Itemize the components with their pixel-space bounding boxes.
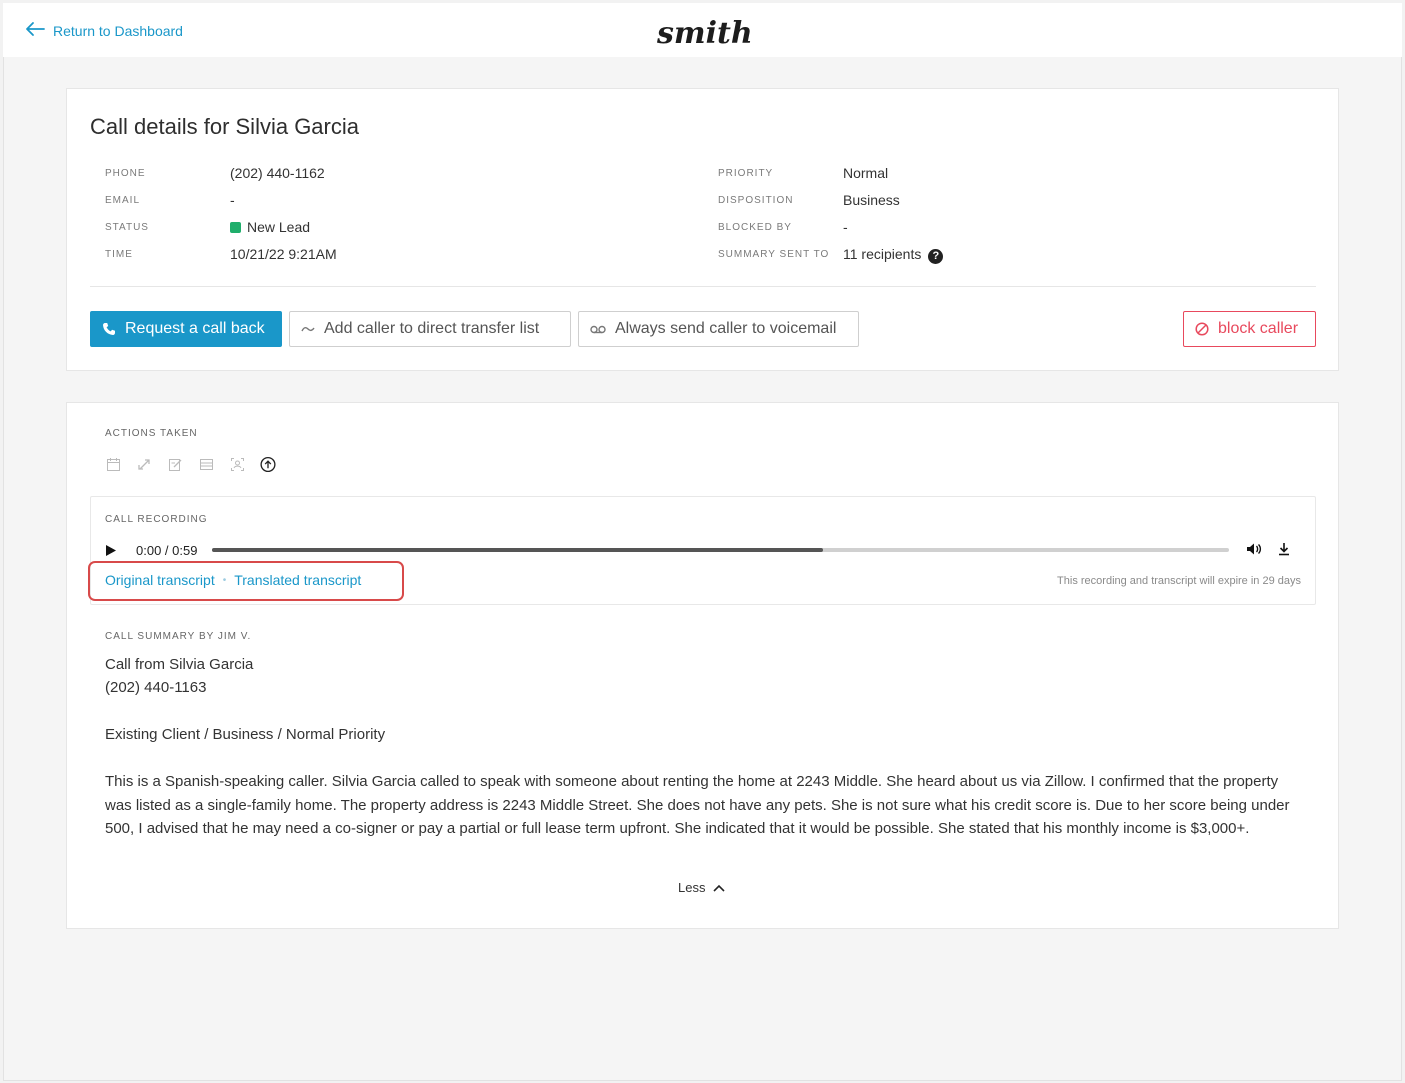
blocked-by-value: - <box>843 219 848 235</box>
page-title: Call details for Silvia Garcia <box>90 114 359 139</box>
always-voicemail-button[interactable]: Always send caller to voicemail <box>578 311 859 347</box>
status-value: New Lead <box>247 219 311 235</box>
play-icon[interactable] <box>105 543 119 557</box>
smith-logo: smith <box>655 13 755 54</box>
return-to-dashboard-link[interactable]: Return to Dashboard <box>25 21 183 40</box>
playback-progress[interactable] <box>212 548 1230 552</box>
request-callback-label: Request a call back <box>125 320 265 337</box>
scan-contact-icon <box>229 456 245 472</box>
transcript-links: Original transcript • Translated transcr… <box>105 572 361 588</box>
voicemail-icon <box>590 325 606 334</box>
inbox-icon <box>198 456 214 472</box>
actions-taken-icons <box>105 456 276 472</box>
top-bar: Return to Dashboard smith <box>3 3 1402 57</box>
link-separator: • <box>222 574 227 586</box>
email-value: - <box>230 192 235 208</box>
call-recording-panel: CALL RECORDING 0:00 / 0:59 Original tran… <box>88 496 1316 605</box>
email-label: EMAIL <box>105 195 141 206</box>
disposition-value: Business <box>843 192 900 208</box>
less-toggle[interactable]: Less <box>678 880 726 895</box>
phone-icon <box>102 322 116 336</box>
call-details-card: Call details for Silvia Garcia PHONE (20… <box>66 88 1339 371</box>
translated-transcript-link[interactable]: Translated transcript <box>234 572 361 588</box>
summary-recipients-value: 11 recipients <box>843 246 922 262</box>
call-activity-card: ACTIONS TAKEN CALL RECORDING 0:00 / 0:59 <box>66 402 1339 929</box>
time-label: TIME <box>105 249 133 260</box>
original-transcript-link[interactable]: Original transcript <box>105 572 215 588</box>
call-summary-label: CALL SUMMARY BY JIM V. <box>105 631 252 642</box>
upload-circle-icon <box>260 456 276 472</box>
time-value: 10/21/22 9:21AM <box>230 246 337 262</box>
block-caller-label: block caller <box>1218 320 1299 337</box>
actions-taken-label: ACTIONS TAKEN <box>105 428 198 439</box>
playback-time: 0:00 / 0:59 <box>136 542 198 558</box>
summary-line-caller: Call from Silvia Garcia <box>105 656 254 673</box>
disposition-label: DISPOSITION <box>718 195 794 206</box>
always-voicemail-label: Always send caller to voicemail <box>615 320 837 337</box>
audio-player: 0:00 / 0:59 <box>105 541 1303 559</box>
help-icon[interactable]: ? <box>928 249 944 264</box>
return-to-dashboard-label: Return to Dashboard <box>53 22 183 39</box>
volume-icon[interactable] <box>1246 542 1264 558</box>
summary-line-phone: (202) 440-1163 <box>105 679 207 696</box>
status-badge: New Lead <box>230 219 310 235</box>
download-icon[interactable] <box>1278 542 1292 558</box>
summary-sent-to-label: SUMMARY SENT TO <box>718 249 830 260</box>
phone-value: (202) 440-1162 <box>230 165 325 181</box>
playback-progress-fill <box>212 548 823 552</box>
divider <box>90 286 1316 287</box>
summary-body: This is a Spanish-speaking caller. Silvi… <box>105 773 1290 837</box>
summary-line-classification: Existing Client / Business / Normal Prio… <box>105 726 386 743</box>
arrow-left-icon <box>25 21 45 40</box>
expiry-note: This recording and transcript will expir… <box>1057 575 1301 587</box>
block-caller-button[interactable]: block caller <box>1183 311 1316 347</box>
edit-note-icon <box>167 456 183 472</box>
priority-label: PRIORITY <box>718 168 774 179</box>
transfer-icon <box>136 456 152 472</box>
block-icon <box>1195 322 1209 336</box>
phone-label: PHONE <box>105 168 146 179</box>
add-to-transfer-list-label: Add caller to direct transfer list <box>324 320 540 337</box>
transfer-line-icon <box>301 324 315 334</box>
request-callback-button[interactable]: Request a call back <box>90 311 282 347</box>
blocked-by-label: BLOCKED BY <box>718 222 792 233</box>
status-label: STATUS <box>105 222 149 233</box>
calendar-icon <box>105 456 121 472</box>
logo-text: smith <box>656 16 753 49</box>
priority-value: Normal <box>843 165 889 181</box>
summary-sent-to: 11 recipients? <box>843 246 944 264</box>
chevron-up-icon <box>713 880 726 895</box>
add-to-transfer-list-button[interactable]: Add caller to direct transfer list <box>289 311 571 347</box>
less-label: Less <box>678 880 706 895</box>
status-dot-icon <box>230 222 241 233</box>
call-recording-label: CALL RECORDING <box>105 514 208 525</box>
